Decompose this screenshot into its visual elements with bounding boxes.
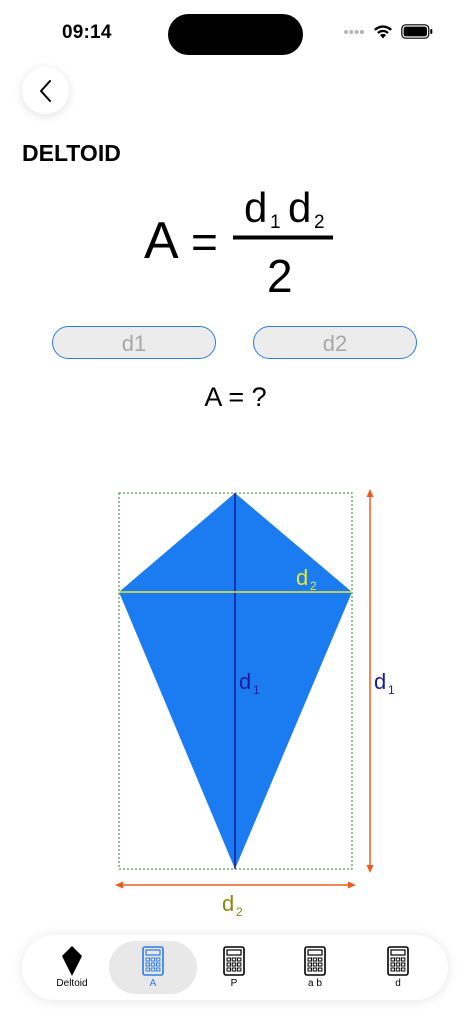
fraction-bar [233,235,333,240]
formula-numerator-d1: d [244,184,267,231]
tab-label: d [395,978,401,989]
d2-dimension-sub: 2 [236,905,243,919]
signal-dots-icon [344,29,364,34]
d2-input[interactable]: d2 [253,326,417,359]
d1-inner-label: d [239,669,251,694]
chevron-left-icon [39,79,51,102]
status-time: 09:14 [62,22,112,43]
d2-inner-sub: 2 [310,579,317,593]
formula-denominator: 2 [267,250,293,302]
formula-lhs: A [144,212,179,270]
calculator-icon [387,946,409,976]
deltoid-diagram: d 2 d 1 d 1 d 2 [115,489,395,919]
d1-dimension-sub: 1 [388,683,395,697]
status-icons [343,24,433,39]
tab-sides[interactable]: a b [271,941,359,994]
tab-area[interactable]: A [109,941,197,994]
deltoid-shape-icon [62,946,82,976]
page-title: DELTOID [22,140,121,166]
area-formula: A = d 1 d 2 2 [144,184,333,302]
calculator-icon [304,946,326,976]
battery-icon [401,24,433,39]
tab-bar: Deltoid A P a b d [22,935,448,1000]
tab-diagonal[interactable]: d [354,941,442,994]
formula-numerator-d2: d [288,184,311,231]
wifi-icon [374,25,392,39]
d2-dimension-label: d [222,891,234,916]
d2-arrow-left [115,881,123,889]
tab-label: P [230,978,238,989]
calculator-icon [223,946,245,976]
formula-equals: = [191,216,218,268]
back-button[interactable] [22,67,69,114]
d1-dimension-label: d [374,669,386,694]
d1-arrow-top [366,489,374,497]
calculator-icon [142,946,164,976]
result-text: A = ? [204,382,267,412]
d2-inner-label: d [296,565,308,590]
formula-sub-1: 1 [270,212,281,233]
d1-inner-sub: 1 [253,683,260,697]
dynamic-island [168,14,303,55]
tab-deltoid[interactable]: Deltoid [28,941,116,994]
d1-input[interactable]: d1 [52,326,216,359]
tab-label: a b [308,978,322,989]
d1-arrow-bottom [366,865,374,873]
tab-perimeter[interactable]: P [190,941,278,994]
status-bar: 09:14 [0,0,471,70]
tab-label: Deltoid [56,978,88,989]
formula-sub-2: 2 [314,212,325,233]
tab-label: A [149,978,157,989]
d2-arrow-right [348,881,356,889]
